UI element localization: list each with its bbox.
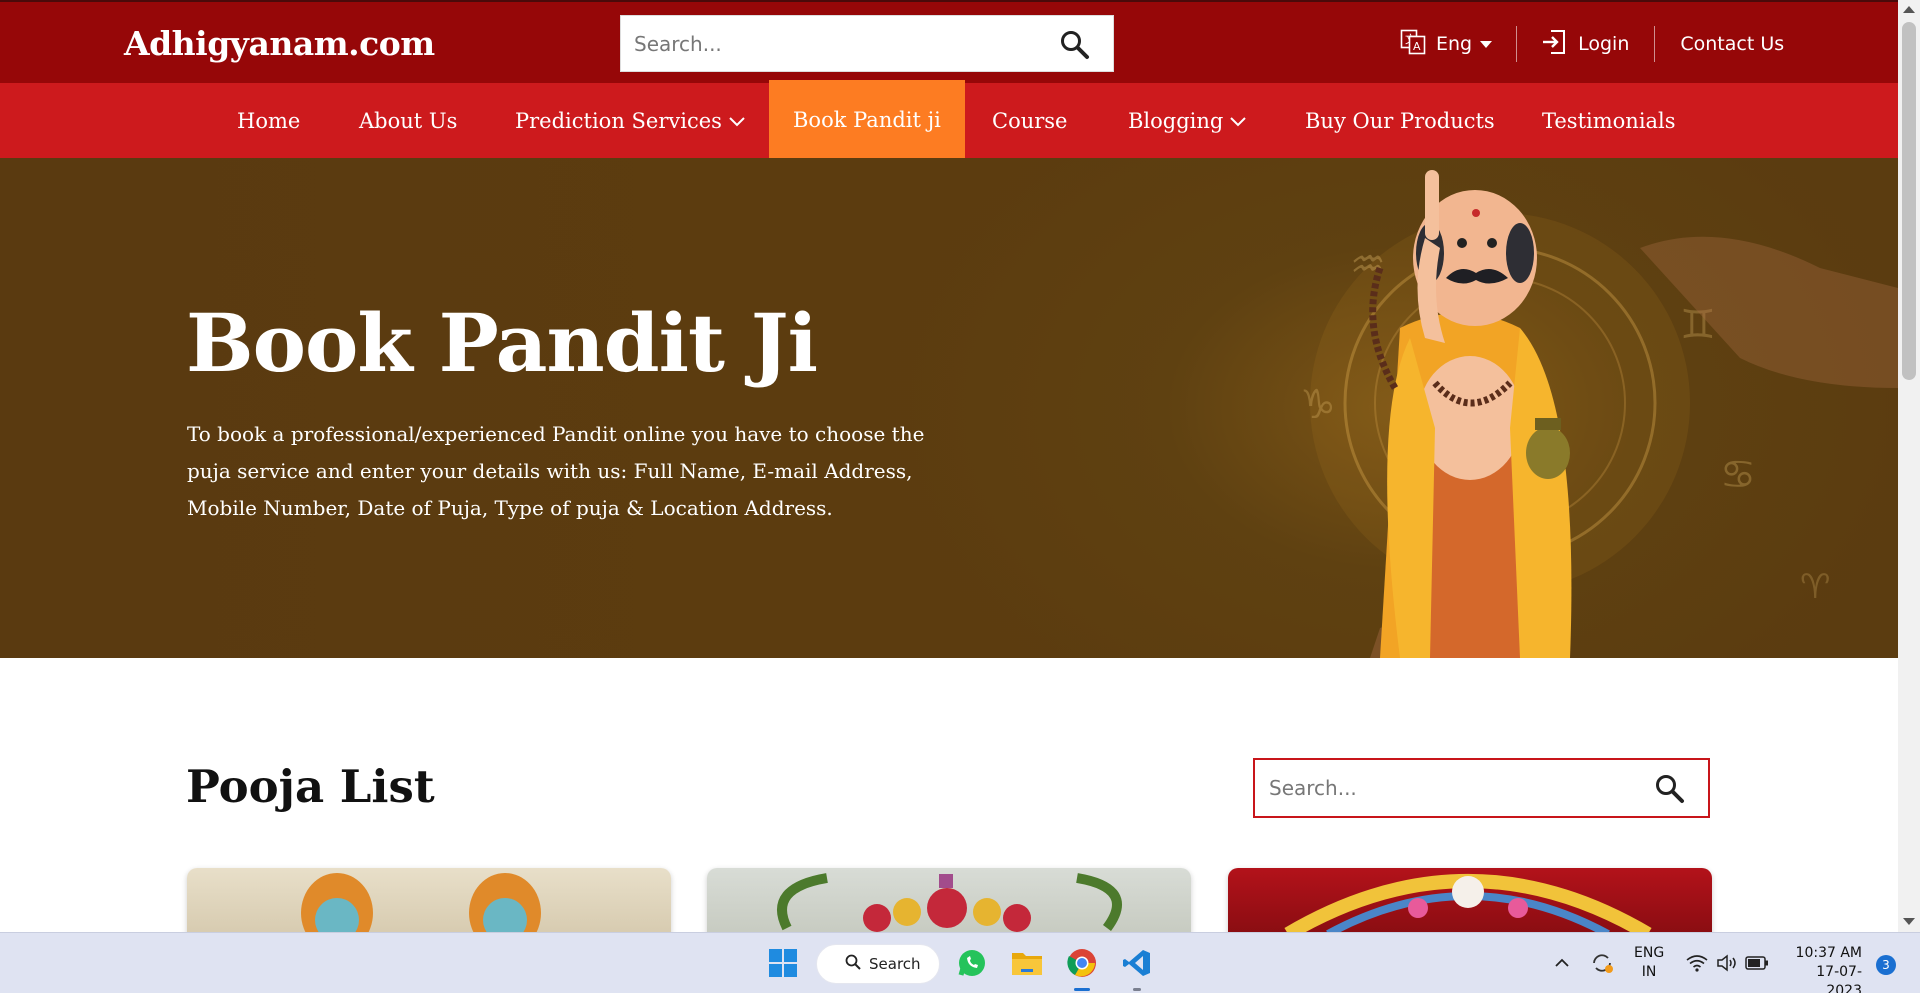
windows-taskbar: Search ENG IN 10:37 AM 17-07-2023 3: [0, 932, 1920, 993]
input-language-line1: ENG: [1634, 945, 1665, 961]
nav-item-label: Blogging: [1128, 108, 1224, 133]
nav-item-label: Prediction Services: [515, 108, 722, 133]
nav-item-buy-our-products[interactable]: Buy Our Products: [1305, 83, 1495, 158]
language-selector[interactable]: 文A Eng: [1400, 29, 1516, 60]
nav-item-home[interactable]: Home: [237, 83, 300, 158]
windows-start-icon[interactable]: [763, 943, 803, 983]
whatsapp-icon[interactable]: [952, 943, 992, 983]
language-label: Eng: [1436, 33, 1473, 55]
svg-text:A: A: [1413, 40, 1421, 53]
main-navigation: Home About Us Prediction Services Book P…: [0, 80, 1898, 160]
battery-icon[interactable]: [1737, 943, 1777, 983]
file-explorer-icon[interactable]: [1007, 943, 1047, 983]
open-app-indicator: [1133, 988, 1141, 991]
login-label: Login: [1578, 33, 1630, 55]
site-logo[interactable]: Adhigyanam.com: [124, 24, 435, 63]
nav-item-about-us[interactable]: About Us: [359, 83, 457, 158]
input-language-indicator[interactable]: ENG IN: [1634, 944, 1664, 982]
login-link[interactable]: Login: [1517, 29, 1654, 60]
nav-item-course[interactable]: Course: [992, 83, 1067, 158]
caret-down-icon: [1480, 40, 1493, 48]
pooja-card-image: [301, 873, 541, 934]
pooja-card[interactable]: [187, 868, 671, 934]
header-search-input[interactable]: [621, 16, 1041, 71]
hero-description: To book a professional/experienced Pandi…: [187, 422, 925, 520]
top-header-bar: Adhigyanam.com 文A Eng Login Contact Us: [0, 0, 1898, 83]
taskbar-search-label: Search: [869, 955, 921, 973]
translate-icon: 文A: [1400, 29, 1426, 60]
pooja-card[interactable]: [1228, 868, 1712, 934]
active-app-indicator: [1074, 988, 1090, 991]
pooja-card[interactable]: [707, 868, 1191, 934]
pooja-search-box: [1253, 758, 1710, 818]
search-icon: [845, 954, 861, 974]
pooja-list-title: Pooja List: [186, 760, 435, 813]
chevron-down-icon: [1229, 109, 1247, 133]
page-scrollbar[interactable]: [1898, 0, 1920, 932]
taskbar-search[interactable]: Search: [816, 944, 940, 984]
nav-item-prediction-services[interactable]: Prediction Services: [515, 83, 746, 158]
svg-text:♈: ♈: [1800, 567, 1830, 607]
notification-badge[interactable]: 3: [1876, 955, 1896, 975]
input-language-line2: IN: [1641, 964, 1657, 980]
login-icon: [1542, 29, 1566, 60]
sync-icon[interactable]: [1582, 943, 1622, 983]
chrome-icon[interactable]: [1062, 943, 1102, 983]
scroll-up-arrow-icon[interactable]: [1903, 6, 1915, 13]
pooja-search-input[interactable]: [1255, 760, 1635, 816]
svg-text:♒: ♒: [1350, 242, 1386, 288]
pooja-card-image: [1284, 874, 1652, 934]
svg-text:♋: ♋: [1720, 452, 1756, 498]
nav-item-testimonials[interactable]: Testimonials: [1542, 83, 1676, 158]
nav-item-book-pandit-ji[interactable]: Book Pandit ji: [769, 80, 965, 160]
svg-text:♑: ♑: [1300, 382, 1336, 428]
chevron-up-icon[interactable]: [1542, 943, 1582, 983]
hero-title: Book Pandit Ji: [186, 296, 818, 390]
scroll-down-arrow-icon[interactable]: [1903, 918, 1915, 925]
system-clock[interactable]: 10:37 AM 17-07-2023: [1782, 944, 1862, 993]
clock-time: 10:37 AM: [1795, 945, 1862, 961]
search-icon[interactable]: [1059, 29, 1091, 61]
clock-date: 17-07-2023: [1816, 964, 1862, 993]
pooja-card-image: [777, 873, 1122, 932]
vscode-icon[interactable]: [1117, 943, 1157, 983]
chevron-down-icon: [728, 109, 746, 133]
pandit-illustration: ♒ ♑ ♏ ♊ ♋ ♈: [1300, 170, 1898, 658]
nav-item-blogging[interactable]: Blogging: [1128, 83, 1247, 158]
hero-banner: Book Pandit Ji To book a professional/ex…: [0, 158, 1898, 658]
scrollbar-thumb[interactable]: [1902, 22, 1916, 380]
contact-us-link[interactable]: Contact Us: [1655, 33, 1784, 55]
search-icon[interactable]: [1654, 773, 1686, 805]
header-search-box: [620, 15, 1114, 72]
header-utility-links: 文A Eng Login Contact Us: [1400, 24, 1784, 64]
